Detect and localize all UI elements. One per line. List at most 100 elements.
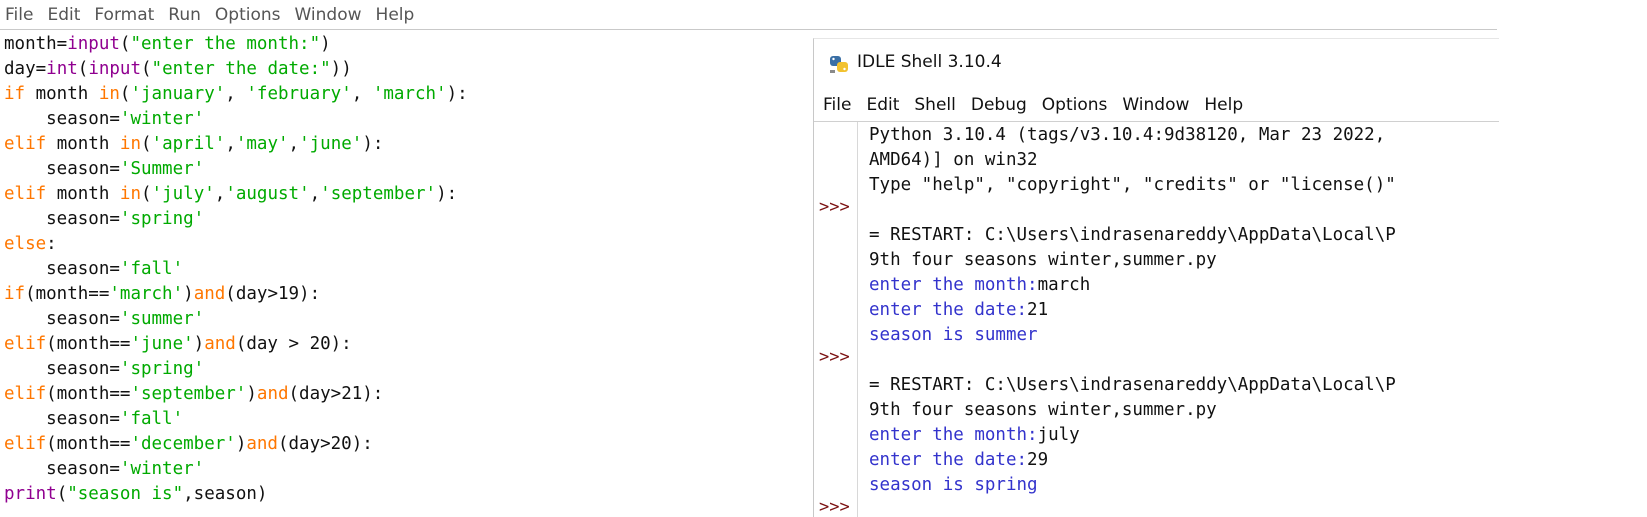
editor-menu-file[interactable]: File	[0, 5, 41, 25]
code-line: else:	[4, 232, 468, 257]
user-input: july	[1037, 425, 1080, 445]
shell-titlebar[interactable]: IDLE Shell 3.10.4	[814, 39, 1499, 89]
shell-menu-window[interactable]: Window	[1113, 95, 1195, 115]
code-token: (month==	[46, 384, 131, 404]
shell-line: enter the date:21	[869, 298, 1396, 323]
code-token: input	[88, 59, 141, 79]
code-token: season=	[4, 159, 120, 179]
code-token: (month==	[46, 434, 131, 454]
code-line: season='spring'	[4, 357, 468, 382]
code-token: )	[246, 384, 257, 404]
shell-line: = RESTART: C:\Users\indrasenareddy\AppDa…	[869, 373, 1396, 398]
shell-menu-debug[interactable]: Debug	[962, 95, 1033, 115]
code-token: ,	[309, 184, 321, 204]
shell-message: = RESTART: C:\Users\indrasenareddy\AppDa…	[869, 375, 1396, 395]
code-token: else	[4, 234, 47, 254]
shell-line: Python 3.10.4 (tags/v3.10.4:9d38120, Mar…	[869, 123, 1396, 148]
shell-message: Python 3.10.4 (tags/v3.10.4:9d38120, Mar…	[869, 125, 1386, 145]
code-token: int	[46, 59, 78, 79]
code-token: :	[46, 234, 57, 254]
code-token: (day>20):	[277, 434, 373, 454]
shell-line: AMD64)] on win32	[869, 148, 1396, 173]
editor-menu-format[interactable]: Format	[88, 5, 162, 25]
code-editor-text-area[interactable]: month=input("enter the month:") day=int(i…	[4, 32, 468, 507]
shell-line: enter the date:29	[869, 448, 1396, 473]
code-line: season='summer'	[4, 307, 468, 332]
shell-menu-file[interactable]: File	[814, 95, 857, 115]
shell-menubar-divider	[814, 121, 1499, 122]
editor-menu-run[interactable]: Run	[162, 5, 209, 25]
shell-line: 9th four seasons winter,summer.py	[869, 398, 1396, 423]
code-token: (	[141, 59, 152, 79]
program-output: enter the date:	[869, 450, 1028, 470]
code-token: 'may'	[235, 134, 289, 154]
code-token: season=	[4, 409, 120, 429]
menubar-divider	[0, 29, 1497, 30]
code-token: 'winter'	[119, 459, 205, 479]
code-token: print	[4, 484, 57, 504]
code-token: (month==	[46, 334, 131, 354]
code-token: season=	[4, 459, 120, 479]
code-token: 'summer'	[119, 309, 205, 329]
code-token: input	[67, 34, 120, 54]
editor-menubar: File Edit Format Run Options Window Help	[0, 0, 422, 30]
user-input: 29	[1027, 450, 1049, 470]
program-output: enter the month:	[869, 425, 1038, 445]
code-token: (month==	[25, 284, 110, 304]
code-token: (	[141, 134, 152, 154]
shell-prompt-gutter: >>> >>> >>>	[814, 122, 858, 517]
code-token: ,season)	[183, 484, 268, 504]
code-token: ,	[214, 184, 226, 204]
code-token: (day>21):	[288, 384, 384, 404]
code-token: "enter the month:"	[130, 34, 321, 54]
code-token: 'july'	[151, 184, 215, 204]
code-token: 'winter'	[119, 109, 205, 129]
code-token: and	[204, 334, 236, 354]
shell-menu-help[interactable]: Help	[1195, 95, 1249, 115]
code-line: elif(month=='december')and(day>20):	[4, 432, 468, 457]
shell-menu-shell[interactable]: Shell	[905, 95, 961, 115]
code-token: 'spring'	[119, 209, 205, 229]
code-line: season='spring'	[4, 207, 468, 232]
code-token: day=	[4, 59, 47, 79]
code-token: (day>19):	[225, 284, 321, 304]
editor-menu-edit[interactable]: Edit	[41, 5, 88, 25]
editor-menu-options[interactable]: Options	[209, 5, 289, 25]
code-token: 'august'	[225, 184, 310, 204]
code-token: (	[119, 34, 131, 54]
code-line: season='Summer'	[4, 157, 468, 182]
code-line: month=input("enter the month:")	[4, 32, 468, 57]
shell-message: 9th four seasons winter,summer.py	[869, 250, 1217, 270]
python-icon	[830, 56, 848, 73]
code-token: (	[56, 484, 68, 504]
shell-menu-edit[interactable]: Edit	[857, 95, 905, 115]
shell-window-title: IDLE Shell 3.10.4	[857, 52, 1002, 72]
editor-menu-help[interactable]: Help	[370, 5, 423, 25]
code-token: if	[4, 84, 26, 104]
code-token: if	[4, 284, 26, 304]
editor-menu-window[interactable]: Window	[289, 5, 370, 25]
shell-line: Type "help", "copyright", "credits" or "…	[869, 173, 1396, 198]
code-token: )	[235, 434, 247, 454]
code-line: if(month=='march')and(day>19):	[4, 282, 468, 307]
code-token: 'april'	[151, 134, 226, 154]
code-token: ):	[446, 84, 468, 104]
code-token: 'january'	[130, 84, 226, 104]
shell-output-area[interactable]: Python 3.10.4 (tags/v3.10.4:9d38120, Mar…	[869, 123, 1396, 517]
code-token: 'fall'	[119, 259, 184, 279]
shell-menu-options[interactable]: Options	[1033, 95, 1114, 115]
code-token: season=	[4, 109, 120, 129]
program-output: enter the date:	[869, 300, 1028, 320]
code-token: 'june'	[130, 334, 194, 354]
code-token: in	[98, 84, 120, 104]
code-token: "season is"	[67, 484, 184, 504]
code-line: elif(month=='june')and(day > 20):	[4, 332, 468, 357]
code-line: season='fall'	[4, 407, 468, 432]
code-token: ):	[362, 134, 384, 154]
code-token: 'february'	[246, 84, 352, 104]
code-token: month	[46, 184, 120, 204]
code-token: (day > 20):	[235, 334, 352, 354]
code-token: ,	[288, 134, 300, 154]
